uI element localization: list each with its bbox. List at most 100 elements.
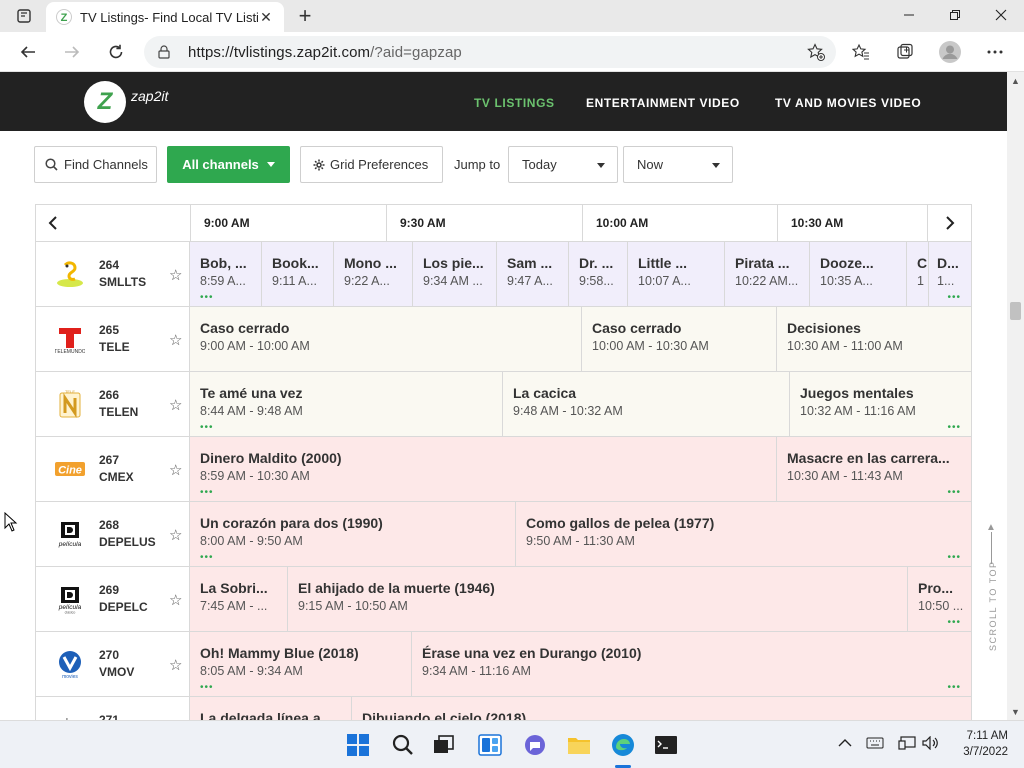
minimize-icon[interactable] [886, 0, 932, 30]
next-time-arrow-icon[interactable] [927, 205, 971, 241]
terminal-icon[interactable] [650, 729, 682, 761]
favorite-star-icon[interactable]: ☆ [169, 656, 182, 674]
more-options-icon[interactable]: ••• [947, 553, 961, 563]
program-cell[interactable]: La cacica 9:48 AM - 10:32 AM [503, 372, 790, 436]
program-cell[interactable]: Oh! Mammy Blue (2018) 8:05 AM - 9:34 AM ••… [190, 632, 412, 696]
program-cell[interactable]: Te amé una vez 8:44 AM - 9:48 AM ••• [190, 372, 503, 436]
tab-actions-icon[interactable] [10, 6, 38, 26]
favorite-star-icon[interactable]: ☆ [169, 461, 182, 479]
program-cell[interactable]: Juegos mentales 10:32 AM - 11:16 AM ••• [790, 372, 972, 436]
previous-time-arrow-icon[interactable] [38, 205, 68, 241]
program-cell[interactable]: Pro... 10:50 ... ••• [908, 567, 972, 631]
program-cell[interactable]: La delgada línea a [190, 697, 352, 720]
more-options-icon[interactable]: ••• [200, 293, 214, 303]
windows-start-icon[interactable] [342, 729, 374, 761]
favorites-icon[interactable] [846, 38, 876, 66]
program-cell[interactable]: Pirata ... 10:22 AM... [725, 242, 810, 306]
program-cell[interactable]: Como gallos de pelea (1977) 9:50 AM - 11:… [516, 502, 972, 566]
program-cell[interactable]: El ahijado de la muerte (1946) 9:15 AM - … [288, 567, 908, 631]
more-menu-icon[interactable] [980, 38, 1010, 66]
program-title: Érase una vez en Durango (2010) [422, 645, 642, 661]
grid-preferences-button[interactable]: Grid Preferences [300, 146, 443, 183]
channel-cell[interactable]: 264 SMLLTS ☆ [35, 242, 190, 306]
favorite-star-icon[interactable]: ☆ [169, 266, 182, 284]
forward-icon[interactable] [58, 38, 86, 66]
program-cell[interactable]: Sam ... 9:47 A... [497, 242, 569, 306]
new-tab-icon[interactable]: + [292, 3, 318, 28]
keyboard-icon[interactable] [866, 737, 884, 752]
nav-tv-listings[interactable]: TV LISTINGS [474, 96, 555, 110]
program-cell[interactable]: Caso cerrado 10:00 AM - 10:30 AM [582, 307, 777, 371]
nav-tv-and-movies-video[interactable]: TV AND MOVIES VIDEO [775, 96, 921, 110]
channel-cell[interactable]: TELE 266 TELEN ☆ [35, 372, 190, 436]
profile-avatar-icon[interactable] [935, 38, 965, 66]
program-cell[interactable]: Dooze... 10:35 A... [810, 242, 907, 306]
program-cell[interactable]: Caso cerrado 9:00 AM - 10:00 AM [190, 307, 582, 371]
all-channels-dropdown[interactable]: All channels [167, 146, 290, 183]
collections-icon[interactable] [890, 38, 920, 66]
program-cell[interactable]: C1 [907, 242, 929, 306]
time-select[interactable]: Now [623, 146, 733, 183]
network-icon[interactable] [898, 736, 916, 753]
more-options-icon[interactable]: ••• [947, 683, 961, 693]
nav-entertainment-video[interactable]: ENTERTAINMENT VIDEO [586, 96, 740, 110]
show-hidden-icons-icon[interactable] [838, 736, 852, 751]
scrollbar-thumb[interactable] [1010, 302, 1021, 320]
favorite-star-icon[interactable]: ☆ [169, 591, 182, 609]
favorite-star-icon[interactable]: ☆ [169, 331, 182, 349]
page-scrollbar[interactable]: ▲ ▼ [1007, 72, 1024, 720]
program-cell[interactable]: Érase una vez en Durango (2010) 9:34 AM -… [412, 632, 972, 696]
zap2it-logo[interactable]: Z [84, 81, 126, 123]
program-cell[interactable]: Dibujando el cielo (2018) [352, 697, 972, 720]
scroll-up-icon[interactable]: ▲ [1007, 72, 1024, 89]
channel-cell[interactable]: Cine 267 CMEX ☆ [35, 437, 190, 501]
more-options-icon[interactable]: ••• [200, 553, 214, 563]
channel-cell[interactable]: película 268 DEPELUS ☆ [35, 502, 190, 566]
add-favorite-icon[interactable] [806, 42, 826, 62]
program-cell[interactable]: Little ... 10:07 A... [628, 242, 725, 306]
scroll-down-icon[interactable]: ▼ [1007, 703, 1024, 720]
channel-cell[interactable]: movies 270 VMOV ☆ [35, 632, 190, 696]
favorite-star-icon[interactable]: ☆ [169, 526, 182, 544]
task-view-icon[interactable] [428, 729, 460, 761]
more-options-icon[interactable]: ••• [947, 488, 961, 498]
widgets-icon[interactable] [474, 729, 506, 761]
program-cell[interactable]: Los pie... 9:34 AM ... [413, 242, 497, 306]
program-cell[interactable]: La Sobri... 7:45 AM - ... [190, 567, 288, 631]
program-cell[interactable]: Mono ... 9:22 A... [334, 242, 413, 306]
browser-tab[interactable]: Z TV Listings- Find Local TV Listings ✕ [46, 2, 284, 32]
program-cell[interactable]: D... 1... ••• [929, 242, 972, 306]
program-cell[interactable]: Dr. ... 9:58... [569, 242, 628, 306]
close-tab-icon[interactable]: ✕ [258, 9, 274, 25]
program-cell[interactable]: Bob, ... 8:59 A... ••• [190, 242, 262, 306]
program-cell[interactable]: Dinero Maldito (2000) 8:59 AM - 10:30 AM •… [190, 437, 777, 501]
channel-cell[interactable]: TELEMUNDO 265 TELE ☆ [35, 307, 190, 371]
taskbar-clock[interactable]: 7:11 AM 3/7/2022 [952, 728, 1008, 760]
scroll-to-top-button[interactable]: ▲ SCROLL TO TOP [981, 522, 1001, 662]
more-options-icon[interactable]: ••• [947, 423, 961, 433]
teams-chat-icon[interactable] [519, 729, 551, 761]
program-cell[interactable]: Book... 9:11 A... [262, 242, 334, 306]
favorite-star-icon[interactable]: ☆ [169, 396, 182, 414]
more-options-icon[interactable]: ••• [947, 293, 961, 303]
program-cell[interactable]: Masacre en las carrera... 10:30 AM - 11:4… [777, 437, 972, 501]
edge-browser-icon[interactable] [607, 729, 639, 761]
back-icon[interactable] [14, 38, 42, 66]
volume-icon[interactable] [922, 735, 940, 753]
close-window-icon[interactable] [978, 0, 1024, 30]
channel-cell[interactable]: película clásico 269 DEPELC ☆ [35, 567, 190, 631]
day-select[interactable]: Today [508, 146, 618, 183]
restore-icon[interactable] [932, 0, 978, 30]
channel-cell[interactable]: cine 271 ☆ [35, 697, 190, 720]
program-cell[interactable]: Decisiones 10:30 AM - 11:00 AM [777, 307, 972, 371]
search-icon[interactable] [387, 729, 419, 761]
refresh-icon[interactable] [102, 38, 130, 66]
more-options-icon[interactable]: ••• [200, 488, 214, 498]
more-options-icon[interactable]: ••• [200, 683, 214, 693]
more-options-icon[interactable]: ••• [200, 423, 214, 433]
find-channels-button[interactable]: Find Channels [34, 146, 157, 183]
program-cell[interactable]: Un corazón para dos (1990) 8:00 AM - 9:50… [190, 502, 516, 566]
file-explorer-icon[interactable] [563, 729, 595, 761]
url-bar[interactable]: https://tvlistings.zap2it.com/?aid=gapza… [144, 36, 836, 68]
more-options-icon[interactable]: ••• [947, 618, 961, 628]
